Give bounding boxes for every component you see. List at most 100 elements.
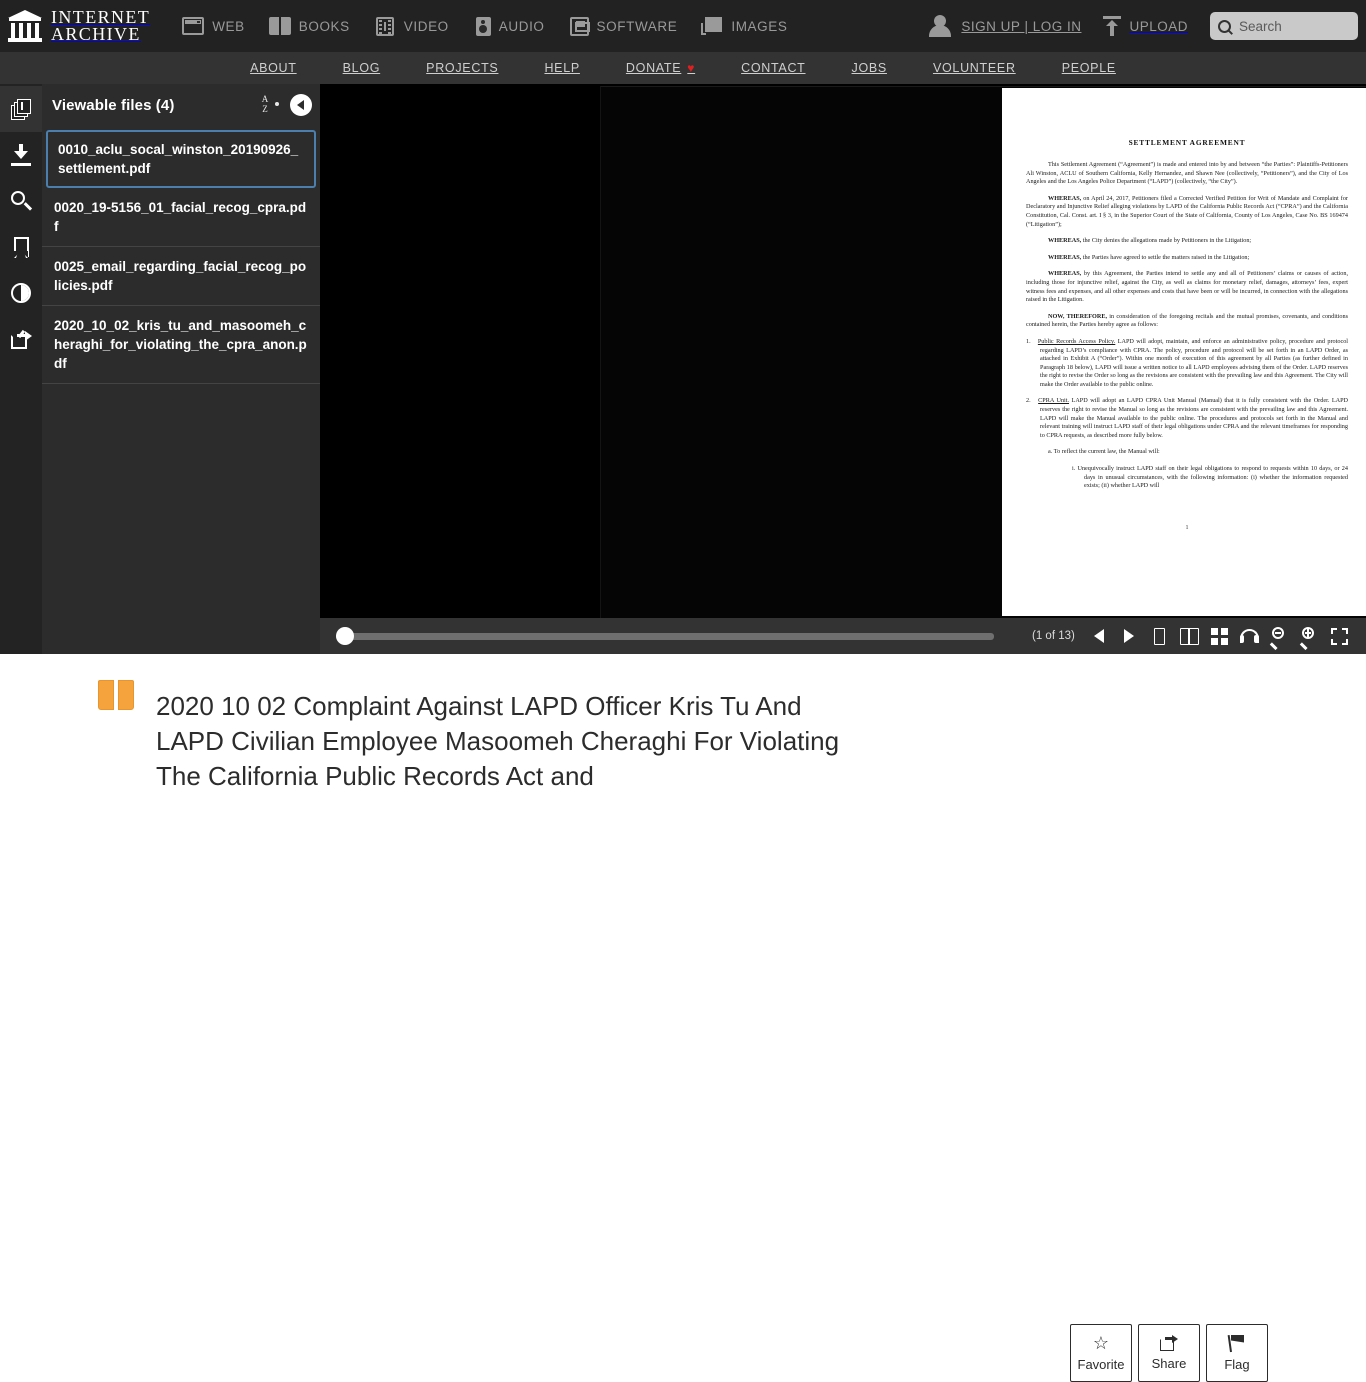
page-scrubber[interactable] xyxy=(336,627,994,645)
nav-label-video: VIDEO xyxy=(403,18,449,34)
account-area: SIGN UP | LOG IN UPLOAD Search xyxy=(927,0,1366,52)
previous-page-button[interactable] xyxy=(1084,621,1114,651)
file-list-item[interactable]: 0020_19-5156_01_facial_recog_cpra.pdf xyxy=(42,188,320,247)
grid-icon xyxy=(1210,627,1228,645)
signup-login-link[interactable]: SIGN UP | LOG IN xyxy=(961,19,1081,34)
rail-button-share[interactable] xyxy=(0,316,42,362)
scrubber-handle[interactable] xyxy=(336,627,354,645)
subnav-item-people[interactable]: PEOPLE xyxy=(1039,61,1139,75)
triangle-left-icon xyxy=(1094,629,1104,643)
nav-label-web: WEB xyxy=(212,18,245,34)
document-paragraph: This Settlement Agreement (“Agreement”) … xyxy=(1026,161,1348,186)
books-icon xyxy=(268,17,291,35)
download-icon xyxy=(10,144,32,166)
next-page-button[interactable] xyxy=(1114,621,1144,651)
nav-item-audio[interactable]: AUDIO xyxy=(461,0,557,52)
zoom-out-icon xyxy=(1270,627,1288,651)
nav-label-software: SOFTWARE xyxy=(596,18,678,34)
scrubber-track[interactable] xyxy=(336,633,994,640)
share-icon xyxy=(1160,1335,1178,1351)
contrast-icon xyxy=(11,283,31,303)
zoom-in-button[interactable] xyxy=(1294,621,1324,651)
rail-button-bookmarks[interactable] xyxy=(0,224,42,270)
subnav-item-volunteer[interactable]: VOLUNTEER xyxy=(910,61,1039,75)
subnav-item-contact[interactable]: CONTACT xyxy=(718,61,828,75)
nav-label-images: IMAGES xyxy=(731,18,788,34)
item-action-buttons: ☆ Favorite Share Flag xyxy=(1070,1324,1268,1382)
document-page: SETTLEMENT AGREEMENT This Settlement Agr… xyxy=(1002,88,1366,616)
logo-line-2: ARCHIVE xyxy=(51,24,141,44)
favorite-label: Favorite xyxy=(1077,1357,1125,1372)
audio-icon xyxy=(475,16,491,36)
web-icon xyxy=(182,17,205,35)
internet-archive-logo[interactable]: INTERNET ARCHIVE xyxy=(0,0,160,52)
nav-label-audio: AUDIO xyxy=(498,18,545,34)
rail-button-viewable-files[interactable] xyxy=(0,86,42,132)
zoom-out-button[interactable] xyxy=(1264,621,1294,651)
subnav-label-about: ABOUT xyxy=(250,61,297,75)
reader-side-rail xyxy=(0,84,42,654)
one-page-view-button[interactable] xyxy=(1144,621,1174,651)
sort-az-icon[interactable]: AZ xyxy=(258,95,280,115)
document-paragraph: WHEREAS, the City denies the allegations… xyxy=(1026,237,1348,246)
subnav-item-help[interactable]: HELP xyxy=(521,61,602,75)
page-stage[interactable]: SETTLEMENT AGREEMENT This Settlement Agr… xyxy=(320,84,1366,654)
page-count-label: (1 of 13) xyxy=(1032,630,1075,642)
book-icon xyxy=(98,680,134,710)
item-title-row: 2020 10 02 Complaint Against LAPD Office… xyxy=(0,654,1366,812)
zoom-in-icon xyxy=(1300,627,1318,651)
files-icon xyxy=(11,98,31,120)
favorite-button[interactable]: ☆ Favorite xyxy=(1070,1324,1132,1382)
nav-item-software[interactable]: SOFTWARE xyxy=(557,0,690,52)
one-page-icon xyxy=(1153,627,1165,645)
paragraph-lead: WHEREAS, xyxy=(1048,253,1082,261)
sidebar-actions: AZ xyxy=(258,94,312,116)
logo-wordmark: INTERNET ARCHIVE xyxy=(51,8,150,44)
nav-item-video[interactable]: VIDEO xyxy=(362,0,461,52)
user-avatar-icon[interactable] xyxy=(927,14,953,38)
rail-button-visual-adjustments[interactable] xyxy=(0,270,42,316)
share-icon xyxy=(10,329,32,349)
flag-button[interactable]: Flag xyxy=(1206,1324,1268,1382)
document-sub-item-i: i. Unequivocally instruct LAPD staff on … xyxy=(1072,465,1348,490)
viewable-files-panel: Viewable files (4) AZ 0010_aclu_socal_wi… xyxy=(42,84,320,654)
subnav-label-jobs: JOBS xyxy=(851,61,887,75)
fullscreen-button[interactable] xyxy=(1324,621,1354,651)
subnav-item-about[interactable]: ABOUT xyxy=(227,61,320,75)
file-list-item[interactable]: 2020_10_02_kris_tu_and_masoomeh_cheraghi… xyxy=(42,306,320,384)
nav-item-web[interactable]: WEB xyxy=(170,0,257,52)
paragraph-body: the City denies the allegations made by … xyxy=(1081,237,1252,245)
secondary-navigation-bar: ABOUT BLOG PROJECTS HELP DONATE ♥ CONTAC… xyxy=(0,52,1366,84)
archive-building-icon xyxy=(8,10,42,42)
subnav-label-donate: DONATE xyxy=(625,61,682,75)
item-number: 1. xyxy=(1026,337,1031,345)
item-body: LAPD will adopt an LAPD CPRA Unit Manual… xyxy=(1040,397,1348,439)
subnav-item-jobs[interactable]: JOBS xyxy=(829,61,910,75)
share-label: Share xyxy=(1151,1356,1187,1371)
subnav-label-volunteer: VOLUNTEER xyxy=(932,61,1016,75)
nav-item-images[interactable]: IMAGES xyxy=(689,0,799,52)
file-list-item[interactable]: 0025_email_regarding_facial_recog_polici… xyxy=(42,247,320,306)
paragraph-lead: WHEREAS, xyxy=(1048,194,1082,202)
rail-button-download[interactable] xyxy=(0,132,42,178)
subnav-item-donate[interactable]: DONATE ♥ xyxy=(603,61,718,75)
two-page-icon xyxy=(1179,627,1199,645)
subnav-label-projects: PROJECTS xyxy=(426,61,499,75)
thumbnail-view-button[interactable] xyxy=(1204,621,1234,651)
paragraph-body: the Parties have agreed to settle the ma… xyxy=(1081,253,1250,261)
fullscreen-icon xyxy=(1330,627,1348,645)
two-page-view-button[interactable] xyxy=(1174,621,1204,651)
search-input[interactable]: Search xyxy=(1210,12,1358,40)
read-aloud-button[interactable] xyxy=(1234,621,1264,651)
upload-button[interactable]: UPLOAD xyxy=(1103,16,1188,36)
share-button[interactable]: Share xyxy=(1138,1324,1200,1382)
nav-item-books[interactable]: BOOKS xyxy=(257,0,362,52)
rail-button-search-inside[interactable] xyxy=(0,178,42,224)
file-list-item-selected[interactable]: 0010_aclu_socal_winston_20190926_settlem… xyxy=(46,130,316,188)
subnav-label-help: HELP xyxy=(544,61,580,75)
item-number: 2. xyxy=(1026,397,1031,405)
document-numbered-item: 2. CPRA Unit. LAPD will adopt an LAPD CP… xyxy=(1026,397,1348,440)
collapse-sidebar-button[interactable] xyxy=(290,94,312,116)
subnav-item-blog[interactable]: BLOG xyxy=(320,61,404,75)
subnav-item-projects[interactable]: PROJECTS xyxy=(403,61,521,75)
